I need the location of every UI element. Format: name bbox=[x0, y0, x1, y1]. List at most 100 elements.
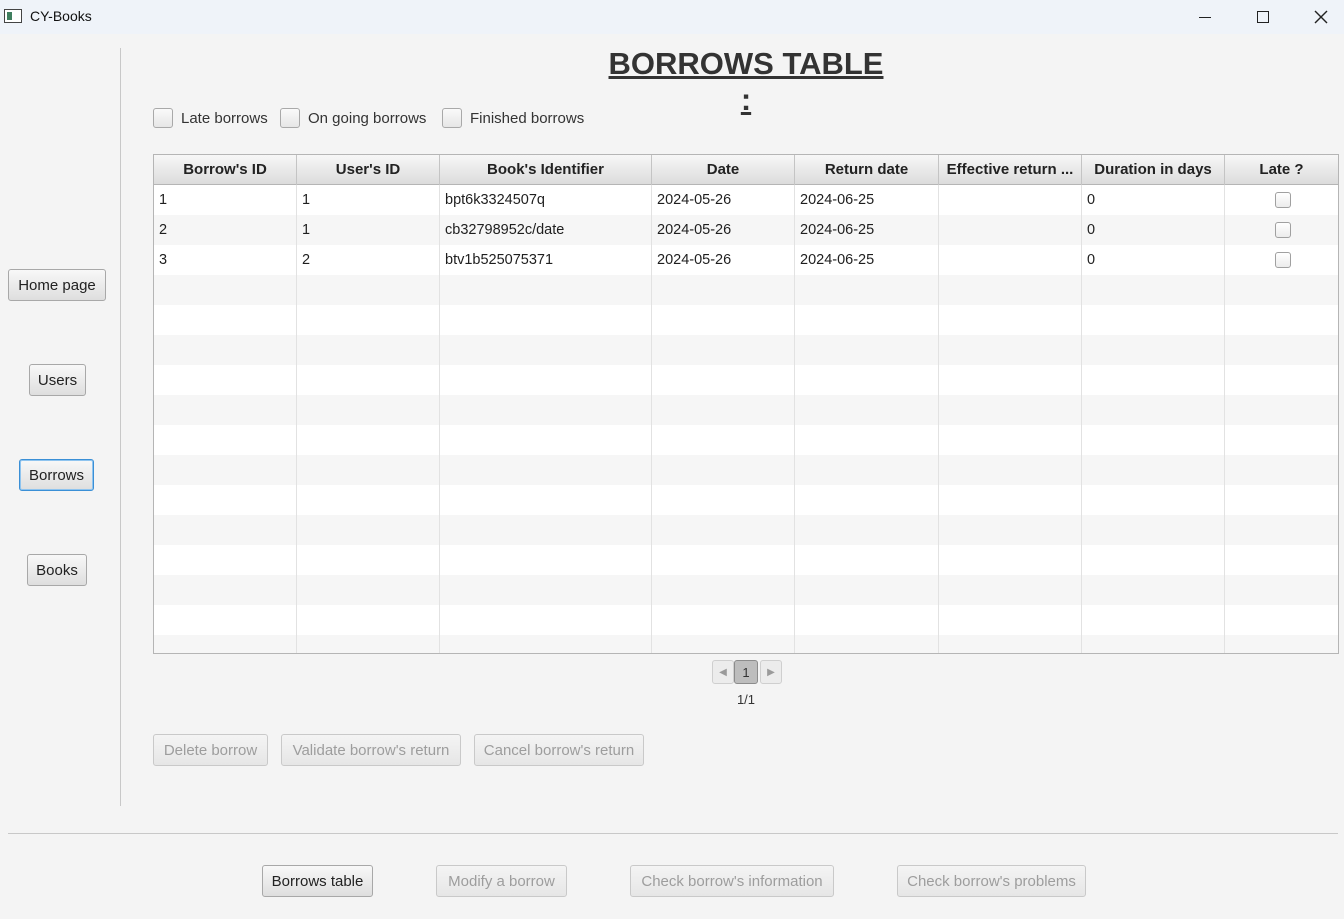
empty-row bbox=[154, 275, 1338, 305]
late-checkbox[interactable] bbox=[1275, 252, 1291, 268]
previous-page-button[interactable]: ◀ bbox=[712, 660, 734, 684]
empty-cell bbox=[939, 335, 1082, 365]
next-page-button[interactable]: ▶ bbox=[760, 660, 782, 684]
empty-cell bbox=[1225, 515, 1338, 545]
empty-cell bbox=[297, 395, 440, 425]
empty-cell bbox=[154, 365, 297, 395]
empty-cell bbox=[440, 635, 652, 653]
empty-cell bbox=[1225, 395, 1338, 425]
late-checkbox[interactable] bbox=[1275, 222, 1291, 238]
page-indicator: 1/1 bbox=[736, 692, 756, 707]
column-header-duration[interactable]: Duration in days bbox=[1082, 155, 1225, 185]
validate-return-button[interactable]: Validate borrow's return bbox=[281, 734, 461, 766]
cancel-return-button[interactable]: Cancel borrow's return bbox=[474, 734, 644, 766]
empty-cell bbox=[652, 335, 795, 365]
maximize-button[interactable] bbox=[1234, 0, 1292, 34]
empty-cell bbox=[297, 485, 440, 515]
empty-cell bbox=[440, 605, 652, 635]
filter-ongoing-borrows[interactable]: On going borrows bbox=[280, 107, 426, 129]
filter-late-borrows[interactable]: Late borrows bbox=[153, 107, 268, 129]
empty-cell bbox=[297, 605, 440, 635]
empty-cell bbox=[939, 605, 1082, 635]
empty-cell bbox=[1225, 365, 1338, 395]
borrows-button[interactable]: Borrows bbox=[19, 459, 94, 491]
column-header-book-identifier[interactable]: Book's Identifier bbox=[440, 155, 652, 185]
empty-cell bbox=[1225, 335, 1338, 365]
empty-cell bbox=[1082, 485, 1225, 515]
cell-borrow-id: 2 bbox=[154, 215, 297, 245]
empty-cell bbox=[297, 635, 440, 653]
empty-cell bbox=[154, 395, 297, 425]
empty-cell bbox=[1082, 605, 1225, 635]
empty-cell bbox=[652, 455, 795, 485]
cell-late bbox=[1225, 185, 1338, 215]
table-row[interactable]: 1 1 bpt6k3324507q 2024-05-26 2024-06-25 … bbox=[154, 185, 1338, 215]
empty-cell bbox=[154, 635, 297, 653]
finished-borrows-checkbox[interactable] bbox=[442, 108, 462, 128]
empty-cell bbox=[297, 365, 440, 395]
empty-cell bbox=[939, 545, 1082, 575]
table-row[interactable]: 3 2 btv1b525075371 2024-05-26 2024-06-25… bbox=[154, 245, 1338, 275]
empty-cell bbox=[795, 335, 939, 365]
empty-cell bbox=[795, 605, 939, 635]
column-header-user-id[interactable]: User's ID bbox=[297, 155, 440, 185]
empty-cell bbox=[795, 275, 939, 305]
filter-finished-borrows[interactable]: Finished borrows bbox=[442, 107, 584, 129]
cell-book-identifier: cb32798952c/date bbox=[440, 215, 652, 245]
check-borrow-information-button[interactable]: Check borrow's information bbox=[630, 865, 834, 897]
empty-cell bbox=[1225, 485, 1338, 515]
close-button[interactable] bbox=[1292, 0, 1344, 34]
cell-return-date: 2024-06-25 bbox=[795, 215, 939, 245]
check-borrow-problems-button[interactable]: Check borrow's problems bbox=[897, 865, 1086, 897]
empty-cell bbox=[795, 575, 939, 605]
late-checkbox[interactable] bbox=[1275, 192, 1291, 208]
cell-date: 2024-05-26 bbox=[652, 245, 795, 275]
empty-cell bbox=[154, 425, 297, 455]
cell-borrow-id: 3 bbox=[154, 245, 297, 275]
empty-cell bbox=[939, 515, 1082, 545]
late-borrows-checkbox[interactable] bbox=[153, 108, 173, 128]
empty-cell bbox=[939, 305, 1082, 335]
page-button[interactable]: 1 bbox=[734, 660, 758, 684]
cell-late bbox=[1225, 215, 1338, 245]
empty-cell bbox=[440, 365, 652, 395]
borrows-table-button[interactable]: Borrows table bbox=[262, 865, 373, 897]
empty-cell bbox=[939, 575, 1082, 605]
column-header-effective-return[interactable]: Effective return ... bbox=[939, 155, 1082, 185]
empty-cell bbox=[652, 575, 795, 605]
empty-cell bbox=[939, 455, 1082, 485]
empty-row bbox=[154, 575, 1338, 605]
books-button[interactable]: Books bbox=[27, 554, 87, 586]
empty-cell bbox=[652, 605, 795, 635]
empty-cell bbox=[1082, 365, 1225, 395]
cell-user-id: 2 bbox=[297, 245, 440, 275]
modify-borrow-button[interactable]: Modify a borrow bbox=[436, 865, 567, 897]
empty-cell bbox=[154, 335, 297, 365]
delete-borrow-button[interactable]: Delete borrow bbox=[153, 734, 268, 766]
home-page-button[interactable]: Home page bbox=[8, 269, 106, 301]
empty-row bbox=[154, 455, 1338, 485]
empty-cell bbox=[440, 455, 652, 485]
column-header-date[interactable]: Date bbox=[652, 155, 795, 185]
empty-cell bbox=[1225, 455, 1338, 485]
empty-cell bbox=[795, 515, 939, 545]
borrows-table[interactable]: Borrow's ID User's ID Book's Identifier … bbox=[153, 154, 1339, 654]
minimize-icon bbox=[1199, 16, 1211, 18]
empty-cell bbox=[795, 485, 939, 515]
ongoing-borrows-checkbox[interactable] bbox=[280, 108, 300, 128]
column-header-late[interactable]: Late ? bbox=[1225, 155, 1338, 185]
empty-cell bbox=[440, 515, 652, 545]
table-row[interactable]: 2 1 cb32798952c/date 2024-05-26 2024-06-… bbox=[154, 215, 1338, 245]
column-header-return-date[interactable]: Return date bbox=[795, 155, 939, 185]
empty-cell bbox=[1082, 305, 1225, 335]
users-button[interactable]: Users bbox=[29, 364, 86, 396]
empty-cell bbox=[154, 305, 297, 335]
empty-cell bbox=[795, 425, 939, 455]
empty-cell bbox=[795, 545, 939, 575]
empty-cell bbox=[1082, 515, 1225, 545]
column-header-borrow-id[interactable]: Borrow's ID bbox=[154, 155, 297, 185]
empty-cell bbox=[440, 395, 652, 425]
empty-cell bbox=[297, 335, 440, 365]
bottom-divider bbox=[8, 833, 1338, 834]
minimize-button[interactable] bbox=[1176, 0, 1234, 34]
